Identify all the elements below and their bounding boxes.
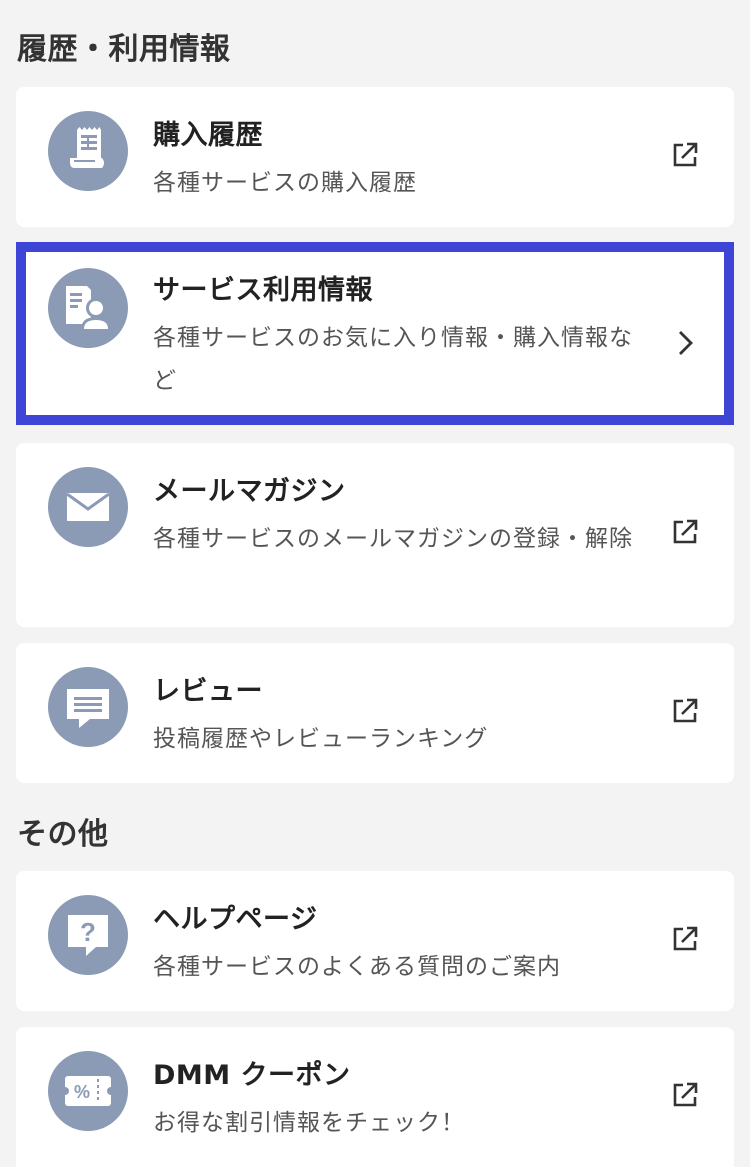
card-description: 各種サービスのよくある質問のご案内 [153,954,561,980]
help-page-card[interactable]: ? ヘルプページ 各種サービスのよくある質問のご案内 [16,871,734,1011]
card-description: お得な割引情報をチェック！ [153,1110,465,1136]
card-description: 各種サービスのお気に入り情報・購入情報など [153,325,633,394]
card-description: 各種サービスのメールマガジンの登録・解除 [153,526,633,552]
help-question-icon: ? [48,895,128,975]
card-title: レビュー [153,676,263,707]
chevron-right-icon[interactable] [670,328,700,358]
service-usage-info-card[interactable]: サービス利用情報 各種サービスのお気に入り情報・購入情報など [16,242,734,425]
card-description: 投稿履歴やレビューランキング [153,726,489,752]
mail-icon [48,467,128,547]
svg-text:%: % [74,1082,90,1102]
purchase-history-card[interactable]: 購入履歴 各種サービスの購入履歴 [16,87,734,227]
card-title: ヘルプページ [153,904,318,935]
card-title: DMM クーポン [153,1060,351,1091]
external-link-icon[interactable] [670,696,700,726]
coupon-icon: % [48,1051,128,1131]
card-title: メールマガジン [153,476,346,507]
mail-magazine-card[interactable]: メールマガジン 各種サービスのメールマガジンの登録・解除 [16,443,734,627]
external-link-icon[interactable] [670,517,700,547]
external-link-icon[interactable] [670,1080,700,1110]
receipt-icon [48,111,128,191]
card-description: 各種サービスの購入履歴 [153,170,417,196]
section-title-other: その他 [17,817,109,852]
comment-icon [48,667,128,747]
card-title: 購入履歴 [153,120,263,151]
external-link-icon[interactable] [670,924,700,954]
svg-text:?: ? [80,917,96,947]
card-title: サービス利用情報 [153,275,373,306]
user-document-icon [48,268,128,348]
section-title-history: 履歴・利用情報 [17,32,231,67]
dmm-coupon-card[interactable]: % DMM クーポン お得な割引情報をチェック！ [16,1027,734,1167]
external-link-icon[interactable] [670,140,700,170]
review-card[interactable]: レビュー 投稿履歴やレビューランキング [16,643,734,783]
